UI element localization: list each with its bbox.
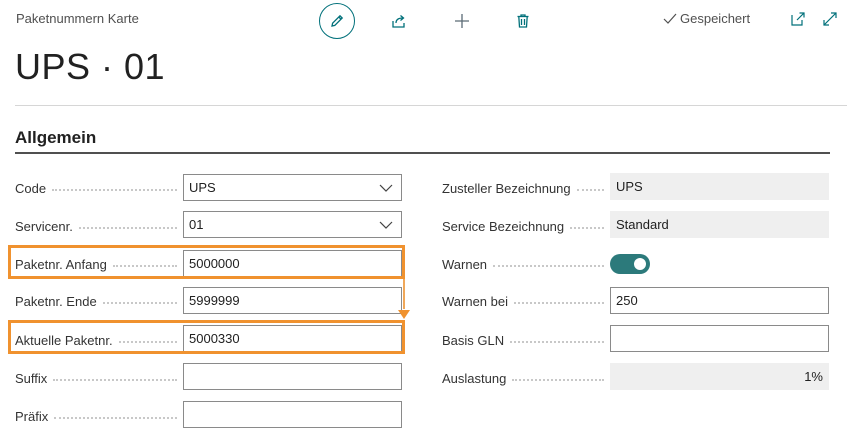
label-basis-gln: Basis GLN <box>442 331 604 349</box>
page-title: UPS · 01 <box>15 46 166 87</box>
highlight-box-paketnr-anfang <box>8 245 405 279</box>
warnen-toggle[interactable] <box>610 254 650 274</box>
saved-status: Gespeichert <box>662 11 750 26</box>
label-zusteller-bezeichnung: Zusteller Bezeichnung <box>442 179 604 197</box>
label-auslastung: Auslastung <box>442 369 604 387</box>
saved-label: Gespeichert <box>680 11 751 26</box>
basis-gln-input[interactable] <box>610 325 829 352</box>
warnen-bei-input[interactable]: 250 <box>610 287 829 314</box>
delete-icon <box>517 14 529 28</box>
suffix-input[interactable] <box>183 363 402 390</box>
code-select[interactable]: UPS <box>183 174 402 201</box>
label-praefix: Präfix <box>15 407 177 425</box>
open-in-new-window-button[interactable] <box>789 10 807 28</box>
label-servicenr: Servicenr. <box>15 217 177 235</box>
label-warnen: Warnen <box>442 255 604 273</box>
label-warnen-bei: Warnen bei <box>442 292 604 310</box>
paketnr-ende-input[interactable]: 5999999 <box>183 287 402 314</box>
label-suffix: Suffix <box>15 369 177 387</box>
zusteller-bezeichnung-value: UPS <box>610 173 829 200</box>
chevron-down-icon <box>379 221 393 229</box>
share-icon <box>392 15 405 28</box>
service-bezeichnung-value: Standard <box>610 211 829 238</box>
label-code: Code <box>15 179 177 197</box>
praefix-input[interactable] <box>183 401 402 428</box>
header-divider <box>15 105 847 106</box>
label-service-bezeichnung: Service Bezeichnung <box>442 217 604 235</box>
expand-button[interactable] <box>821 10 839 28</box>
open-in-new-window-icon <box>791 12 805 26</box>
auslastung-value: 1% <box>610 363 829 390</box>
delete-button[interactable] <box>505 3 541 39</box>
section-divider <box>15 152 830 154</box>
chevron-down-icon <box>379 184 393 192</box>
expand-icon <box>823 12 837 26</box>
edit-button[interactable] <box>319 3 355 39</box>
edit-icon <box>331 14 344 27</box>
highlight-arrow-icon <box>398 279 410 319</box>
add-icon <box>455 14 469 28</box>
label-paketnr-ende: Paketnr. Ende <box>15 292 177 310</box>
section-title-allgemein: Allgemein <box>15 128 97 147</box>
toggle-knob <box>634 258 646 270</box>
highlight-box-aktuelle-paketnr <box>8 320 405 354</box>
share-button[interactable] <box>381 3 417 39</box>
breadcrumb: Paketnummern Karte <box>16 11 139 26</box>
checkmark-icon <box>663 13 677 24</box>
servicenr-select[interactable]: 01 <box>183 211 402 238</box>
add-button[interactable] <box>444 3 480 39</box>
